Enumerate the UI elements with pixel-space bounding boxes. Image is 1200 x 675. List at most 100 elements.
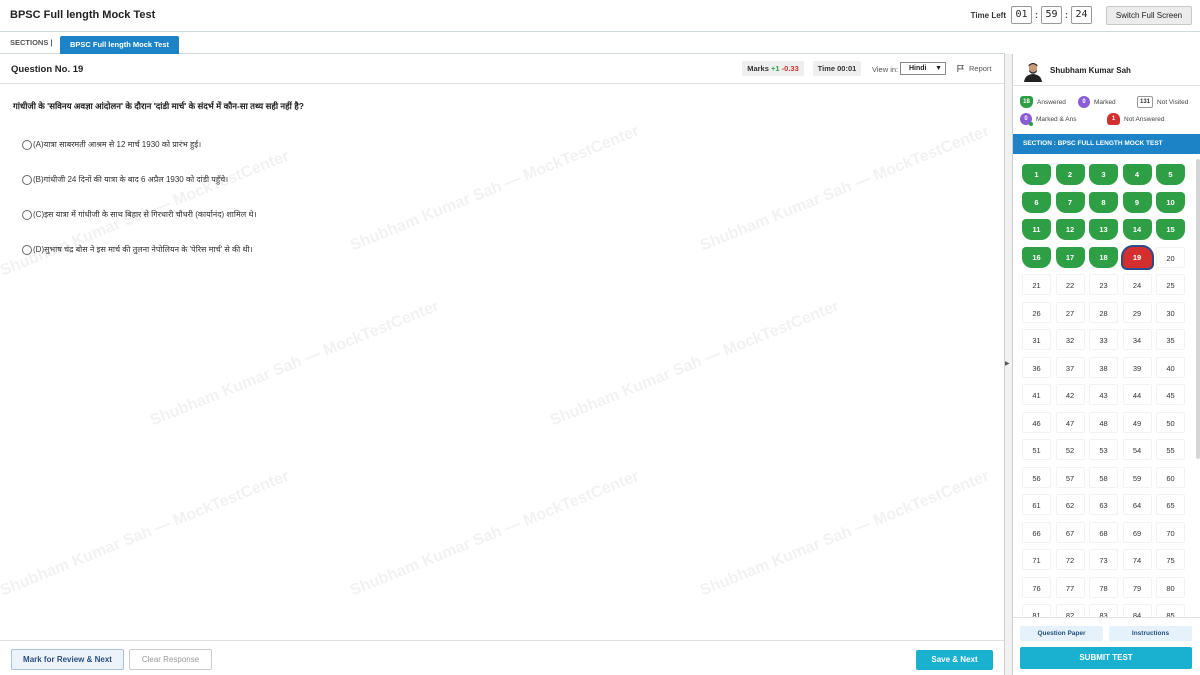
palette-question-77[interactable]: 77 xyxy=(1055,576,1085,598)
palette-question-8[interactable]: 8 xyxy=(1089,191,1118,213)
palette-question-33[interactable]: 33 xyxy=(1089,329,1118,350)
palette-question-21[interactable]: 21 xyxy=(1022,274,1051,295)
palette-question-23[interactable]: 23 xyxy=(1089,274,1118,295)
palette-question-56[interactable]: 56 xyxy=(1022,466,1051,488)
submit-test-button[interactable]: SUBMIT TEST xyxy=(1020,647,1192,669)
palette-question-38[interactable]: 38 xyxy=(1089,356,1118,378)
palette-question-55[interactable]: 55 xyxy=(1156,439,1185,460)
radio-button[interactable] xyxy=(22,174,32,185)
palette-question-62[interactable]: 62 xyxy=(1055,494,1085,515)
tab-bpsc-full-length-mock-test[interactable]: BPSC Full length Mock Test xyxy=(60,36,179,54)
palette-question-29[interactable]: 29 xyxy=(1122,301,1152,323)
palette-question-16[interactable]: 16 xyxy=(1022,246,1051,268)
palette-question-11[interactable]: 11 xyxy=(1022,219,1051,240)
language-select[interactable]: Hindi ▼ xyxy=(900,62,946,75)
report-button[interactable]: Report xyxy=(956,64,992,73)
palette-question-68[interactable]: 68 xyxy=(1089,521,1118,543)
palette-question-59[interactable]: 59 xyxy=(1122,466,1152,488)
clear-response-button[interactable]: Clear Response xyxy=(129,649,212,670)
palette-question-85[interactable]: 85 xyxy=(1156,604,1185,617)
palette-question-64[interactable]: 64 xyxy=(1122,494,1152,515)
question-paper-button[interactable]: Question Paper xyxy=(1020,626,1103,641)
palette-question-7[interactable]: 7 xyxy=(1055,191,1085,213)
palette-question-12[interactable]: 12 xyxy=(1055,219,1085,240)
palette-question-47[interactable]: 47 xyxy=(1055,411,1085,433)
radio-button[interactable] xyxy=(22,139,32,150)
palette-question-69[interactable]: 69 xyxy=(1122,521,1152,543)
palette-question-66[interactable]: 66 xyxy=(1022,521,1051,543)
palette-question-72[interactable]: 72 xyxy=(1055,549,1085,570)
palette-question-67[interactable]: 67 xyxy=(1055,521,1085,543)
palette-question-80[interactable]: 80 xyxy=(1156,576,1185,598)
palette-question-49[interactable]: 49 xyxy=(1122,411,1152,433)
palette-question-71[interactable]: 71 xyxy=(1022,549,1051,570)
palette-question-78[interactable]: 78 xyxy=(1089,576,1118,598)
palette-question-15[interactable]: 15 xyxy=(1156,219,1185,240)
palette-question-13[interactable]: 13 xyxy=(1089,219,1118,240)
collapse-arrow-icon[interactable]: ▶ xyxy=(1005,360,1010,367)
palette-question-4[interactable]: 4 xyxy=(1122,164,1152,185)
palette-question-76[interactable]: 76 xyxy=(1022,576,1051,598)
palette-question-31[interactable]: 31 xyxy=(1022,329,1051,350)
palette-question-46[interactable]: 46 xyxy=(1022,411,1051,433)
palette-question-18[interactable]: 18 xyxy=(1089,246,1118,268)
palette-question-34[interactable]: 34 xyxy=(1122,329,1152,350)
palette-question-54[interactable]: 54 xyxy=(1122,439,1152,460)
palette-question-27[interactable]: 27 xyxy=(1055,301,1085,323)
palette-question-52[interactable]: 52 xyxy=(1055,439,1085,460)
palette-question-20[interactable]: 20 xyxy=(1156,246,1185,268)
palette-question-26[interactable]: 26 xyxy=(1022,301,1051,323)
palette-question-60[interactable]: 60 xyxy=(1156,466,1185,488)
option-b[interactable]: (B)गांधीजी 24 दिनों की यात्रा के बाद 6 अ… xyxy=(22,174,228,185)
palette-question-44[interactable]: 44 xyxy=(1122,384,1152,405)
option-d[interactable]: (D)सुभाष चंद्र बोस ने इस मार्च की तुलना … xyxy=(22,244,253,255)
palette-question-70[interactable]: 70 xyxy=(1156,521,1185,543)
palette-question-41[interactable]: 41 xyxy=(1022,384,1051,405)
palette-question-3[interactable]: 3 xyxy=(1089,164,1118,185)
palette-question-10[interactable]: 10 xyxy=(1156,191,1185,213)
palette-question-37[interactable]: 37 xyxy=(1055,356,1085,378)
palette-question-84[interactable]: 84 xyxy=(1122,604,1152,617)
palette-question-19[interactable]: 19 xyxy=(1122,246,1152,268)
palette-question-42[interactable]: 42 xyxy=(1055,384,1085,405)
palette-question-40[interactable]: 40 xyxy=(1156,356,1185,378)
palette-question-63[interactable]: 63 xyxy=(1089,494,1118,515)
palette-question-2[interactable]: 2 xyxy=(1055,164,1085,185)
palette-question-36[interactable]: 36 xyxy=(1022,356,1051,378)
palette-question-57[interactable]: 57 xyxy=(1055,466,1085,488)
palette-question-58[interactable]: 58 xyxy=(1089,466,1118,488)
palette-question-1[interactable]: 1 xyxy=(1022,164,1051,185)
palette-question-74[interactable]: 74 xyxy=(1122,549,1152,570)
palette-question-22[interactable]: 22 xyxy=(1055,274,1085,295)
palette-question-45[interactable]: 45 xyxy=(1156,384,1185,405)
palette-question-61[interactable]: 61 xyxy=(1022,494,1051,515)
palette-question-14[interactable]: 14 xyxy=(1122,219,1152,240)
palette-question-82[interactable]: 82 xyxy=(1055,604,1085,617)
palette-question-50[interactable]: 50 xyxy=(1156,411,1185,433)
palette-question-24[interactable]: 24 xyxy=(1122,274,1152,295)
palette-question-17[interactable]: 17 xyxy=(1055,246,1085,268)
palette-question-6[interactable]: 6 xyxy=(1022,191,1051,213)
palette-question-32[interactable]: 32 xyxy=(1055,329,1085,350)
palette-question-65[interactable]: 65 xyxy=(1156,494,1185,515)
palette-question-79[interactable]: 79 xyxy=(1122,576,1152,598)
palette-question-30[interactable]: 30 xyxy=(1156,301,1185,323)
palette-question-81[interactable]: 81 xyxy=(1022,604,1051,617)
palette-question-51[interactable]: 51 xyxy=(1022,439,1051,460)
mark-for-review-next-button[interactable]: Mark for Review & Next xyxy=(11,649,124,670)
palette-question-28[interactable]: 28 xyxy=(1089,301,1118,323)
palette-question-73[interactable]: 73 xyxy=(1089,549,1118,570)
palette-question-35[interactable]: 35 xyxy=(1156,329,1185,350)
palette-question-39[interactable]: 39 xyxy=(1122,356,1152,378)
save-next-button[interactable]: Save & Next xyxy=(916,650,993,670)
instructions-button[interactable]: Instructions xyxy=(1109,626,1192,641)
palette-question-53[interactable]: 53 xyxy=(1089,439,1118,460)
palette-question-5[interactable]: 5 xyxy=(1156,164,1185,185)
palette-question-25[interactable]: 25 xyxy=(1156,274,1185,295)
option-c[interactable]: (C)इस यात्रा में गांधीजी के साथ बिहार से… xyxy=(22,209,257,220)
palette-question-75[interactable]: 75 xyxy=(1156,549,1185,570)
palette-scrollbar[interactable] xyxy=(1196,159,1200,459)
switch-full-screen-button[interactable]: Switch Full Screen xyxy=(1106,6,1192,25)
palette-question-9[interactable]: 9 xyxy=(1122,191,1152,213)
palette-question-83[interactable]: 83 xyxy=(1089,604,1118,617)
